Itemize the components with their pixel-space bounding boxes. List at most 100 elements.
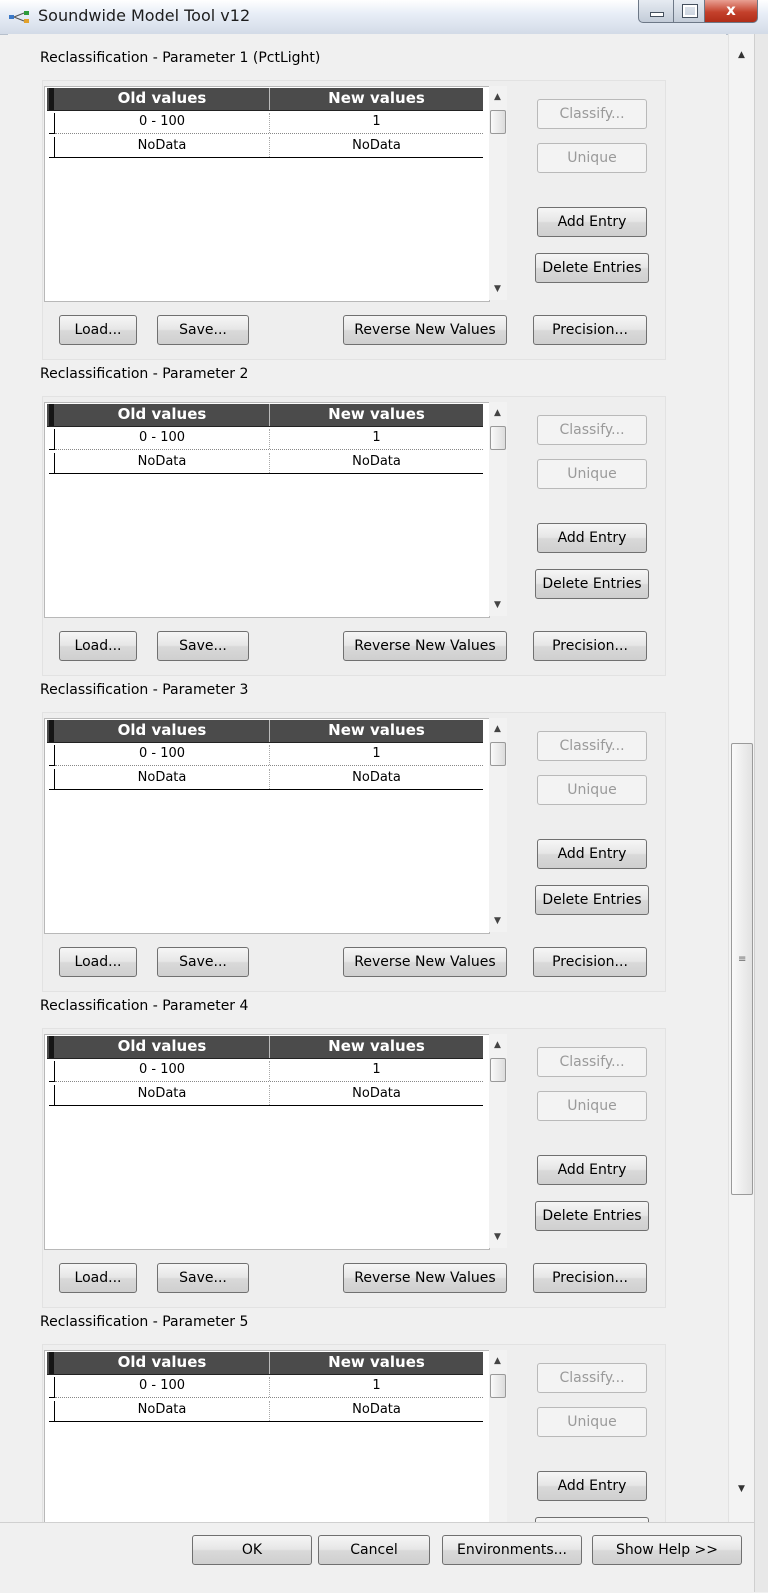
precision-button[interactable]: Precision... (533, 315, 647, 345)
old-value-cell[interactable]: 0 - 100 (55, 1062, 269, 1077)
table-scrollbar[interactable]: ▲▼ (489, 1034, 507, 1248)
table-row[interactable]: NoData NoData (47, 1083, 483, 1106)
new-value-cell[interactable]: 1 (270, 1062, 483, 1077)
table-row[interactable]: 0 - 100 1 (47, 743, 483, 766)
ok-button[interactable]: OK (192, 1535, 312, 1565)
old-value-cell[interactable]: NoData (55, 454, 269, 469)
delete-entries-button[interactable]: Delete Entries (535, 1201, 649, 1231)
delete-entries-button[interactable]: Delete Entries (535, 885, 649, 915)
reclass-table[interactable]: Old values New values 0 - 100 1 NoData NoData (44, 718, 490, 934)
load-button[interactable]: Load... (59, 631, 137, 661)
old-value-cell[interactable]: NoData (55, 1086, 269, 1101)
table-row[interactable]: NoData NoData (47, 451, 483, 474)
column-header-new[interactable]: New values (270, 721, 483, 739)
scroll-up-arrow-icon[interactable]: ▲ (738, 50, 745, 60)
classify-button[interactable]: Classify... (537, 99, 647, 129)
unique-button[interactable]: Unique (537, 1091, 647, 1121)
old-value-cell[interactable]: NoData (55, 770, 269, 785)
scroll-up-arrow-icon[interactable]: ▲ (494, 1040, 501, 1050)
old-value-cell[interactable]: 0 - 100 (55, 1378, 269, 1393)
column-header-new[interactable]: New values (270, 89, 483, 107)
precision-button[interactable]: Precision... (533, 631, 647, 661)
column-header-old[interactable]: Old values (55, 1353, 269, 1371)
unique-button[interactable]: Unique (537, 459, 647, 489)
cancel-button[interactable]: Cancel (318, 1535, 430, 1565)
dialog-scrollbar[interactable]: ▲ ≡ ▼ (728, 34, 755, 1522)
new-value-cell[interactable]: 1 (270, 430, 483, 445)
column-header-old[interactable]: Old values (55, 721, 269, 739)
table-row[interactable]: 0 - 100 1 (47, 1375, 483, 1398)
new-value-cell[interactable]: 1 (270, 1378, 483, 1393)
add-entry-button[interactable]: Add Entry (537, 207, 647, 237)
new-value-cell[interactable]: 1 (270, 746, 483, 761)
scroll-up-arrow-icon[interactable]: ▲ (494, 724, 501, 734)
table-scrollbar-thumb[interactable] (490, 742, 506, 766)
add-entry-button[interactable]: Add Entry (537, 523, 647, 553)
scroll-up-arrow-icon[interactable]: ▲ (494, 92, 501, 102)
old-value-cell[interactable]: NoData (55, 138, 269, 153)
table-row[interactable]: 0 - 100 1 (47, 427, 483, 450)
precision-button[interactable]: Precision... (533, 1263, 647, 1293)
environments-button[interactable]: Environments... (442, 1535, 582, 1565)
table-scrollbar-thumb[interactable] (490, 110, 506, 134)
reverse-new-values-button[interactable]: Reverse New Values (343, 631, 507, 661)
add-entry-button[interactable]: Add Entry (537, 839, 647, 869)
unique-button[interactable]: Unique (537, 775, 647, 805)
save-button[interactable]: Save... (157, 315, 249, 345)
table-scrollbar[interactable]: ▲▼ (489, 1350, 507, 1522)
reclass-table[interactable]: Old values New values 0 - 100 1 NoData NoData (44, 402, 490, 618)
reclass-table[interactable]: Old values New values 0 - 100 1 NoData NoData (44, 1350, 490, 1522)
new-value-cell[interactable]: NoData (270, 770, 483, 785)
old-value-cell[interactable]: 0 - 100 (55, 114, 269, 129)
add-entry-button[interactable]: Add Entry (537, 1471, 647, 1501)
scroll-down-arrow-icon[interactable]: ▼ (494, 916, 501, 926)
old-value-cell[interactable]: 0 - 100 (55, 746, 269, 761)
table-scrollbar[interactable]: ▲▼ (489, 402, 507, 616)
scroll-down-arrow-icon[interactable]: ▼ (494, 284, 501, 294)
column-header-new[interactable]: New values (270, 1037, 483, 1055)
unique-button[interactable]: Unique (537, 1407, 647, 1437)
show-help-button[interactable]: Show Help >> (592, 1535, 742, 1565)
table-scrollbar-thumb[interactable] (490, 1058, 506, 1082)
table-scrollbar[interactable]: ▲▼ (489, 718, 507, 932)
delete-entries-button[interactable]: Delete Entries (535, 569, 649, 599)
scroll-down-arrow-icon[interactable]: ▼ (738, 1484, 745, 1494)
old-value-cell[interactable]: NoData (55, 1402, 269, 1417)
new-value-cell[interactable]: NoData (270, 1402, 483, 1417)
table-row[interactable]: NoData NoData (47, 135, 483, 158)
column-header-old[interactable]: Old values (55, 1037, 269, 1055)
table-scrollbar-thumb[interactable] (490, 1374, 506, 1398)
add-entry-button[interactable]: Add Entry (537, 1155, 647, 1185)
close-button[interactable]: x (705, 0, 758, 23)
reclass-table[interactable]: Old values New values 0 - 100 1 NoData NoData (44, 86, 490, 302)
classify-button[interactable]: Classify... (537, 415, 647, 445)
table-scrollbar-thumb[interactable] (490, 426, 506, 450)
minimize-button[interactable] (638, 0, 674, 23)
table-row[interactable]: 0 - 100 1 (47, 1059, 483, 1082)
reverse-new-values-button[interactable]: Reverse New Values (343, 315, 507, 345)
reclass-table[interactable]: Old values New values 0 - 100 1 NoData NoData (44, 1034, 490, 1250)
load-button[interactable]: Load... (59, 947, 137, 977)
scroll-up-arrow-icon[interactable]: ▲ (494, 1356, 501, 1366)
classify-button[interactable]: Classify... (537, 1363, 647, 1393)
column-header-new[interactable]: New values (270, 1353, 483, 1371)
unique-button[interactable]: Unique (537, 143, 647, 173)
new-value-cell[interactable]: NoData (270, 454, 483, 469)
classify-button[interactable]: Classify... (537, 731, 647, 761)
column-header-old[interactable]: Old values (55, 405, 269, 423)
table-row[interactable]: 0 - 100 1 (47, 111, 483, 134)
reverse-new-values-button[interactable]: Reverse New Values (343, 1263, 507, 1293)
maximize-button[interactable] (674, 0, 705, 23)
scroll-down-arrow-icon[interactable]: ▼ (494, 1232, 501, 1242)
column-header-old[interactable]: Old values (55, 89, 269, 107)
save-button[interactable]: Save... (157, 1263, 249, 1293)
scroll-down-arrow-icon[interactable]: ▼ (494, 600, 501, 610)
new-value-cell[interactable]: NoData (270, 138, 483, 153)
load-button[interactable]: Load... (59, 1263, 137, 1293)
classify-button[interactable]: Classify... (537, 1047, 647, 1077)
new-value-cell[interactable]: 1 (270, 114, 483, 129)
precision-button[interactable]: Precision... (533, 947, 647, 977)
table-row[interactable]: NoData NoData (47, 1399, 483, 1422)
scroll-up-arrow-icon[interactable]: ▲ (494, 408, 501, 418)
table-scrollbar[interactable]: ▲▼ (489, 86, 507, 300)
